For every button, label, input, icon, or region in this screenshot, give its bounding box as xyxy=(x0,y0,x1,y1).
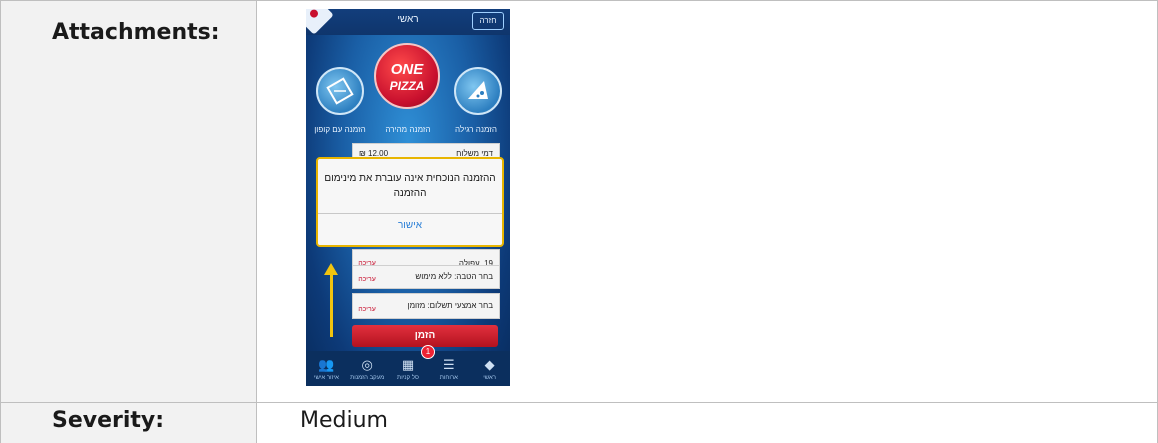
cart-badge: 1 xyxy=(421,345,435,359)
annotation-arrow xyxy=(330,273,333,337)
tab-home-label: ראשי xyxy=(483,375,496,381)
pizza-label: PIZZA xyxy=(389,79,425,93)
menu-icon: ☰ xyxy=(442,357,455,372)
order-options: הזמנה רגילה הזמנה מהירה הזמנה עם קופון xyxy=(306,125,510,134)
one-click-pizza-button[interactable]: ONE PIZZA xyxy=(374,43,440,109)
regular-order-icon[interactable] xyxy=(454,67,502,115)
tab-order-tracker-label: מעקב הזמנות xyxy=(350,375,385,381)
coupon-row: בחר הטבה: ללא מימוש עריכה xyxy=(352,265,500,289)
option-regular[interactable]: הזמנה רגילה xyxy=(442,125,510,134)
tracker-icon: ◎ xyxy=(361,357,373,372)
attachment-screenshot[interactable]: ראשי חזרה ONE PIZZA הזמנה רגילה הזמנה מה… xyxy=(306,9,510,386)
tab-meals-label: ארוחות xyxy=(439,375,458,381)
severity-value: Medium xyxy=(300,408,388,433)
attachments-label-cell xyxy=(0,0,256,402)
tab-home[interactable]: ◆ ראשי xyxy=(469,351,510,386)
edit-payment-button[interactable]: עריכה xyxy=(357,306,377,313)
cart-icon: ▦ xyxy=(401,357,415,372)
alert-divider xyxy=(318,213,502,214)
tab-cart-label: סל קניות xyxy=(397,375,419,381)
tab-personal-area[interactable]: 👥 איזור אישי xyxy=(306,351,347,386)
payment-text: בחר אמצעי תשלום: מזומן xyxy=(407,301,493,310)
tab-personal-area-label: איזור אישי xyxy=(313,375,339,381)
home-icon: ◆ xyxy=(484,357,495,372)
coupon-text: בחר הטבה: ללא מימוש xyxy=(415,272,493,281)
one-click-label: ONE xyxy=(390,61,424,78)
dominos-logo-icon xyxy=(306,9,334,35)
user-icon: 👥 xyxy=(318,357,335,372)
info-table: Attachments: Severity: Medium ראשי חזרה … xyxy=(0,0,1158,443)
pizza-slice-icon xyxy=(468,81,488,99)
coupon-icon xyxy=(326,77,354,105)
attachments-label: Attachments: xyxy=(52,20,220,45)
alert-ok-button[interactable]: אישור xyxy=(318,220,502,231)
severity-label: Severity: xyxy=(52,408,165,433)
minimum-order-alert: ההזמנה הנוכחית אינה עוברת את מינימום ההז… xyxy=(316,157,504,247)
table-border-top xyxy=(0,0,1158,1)
payment-row: בחר אמצעי תשלום: מזומן עריכה xyxy=(352,293,500,319)
option-coupon[interactable]: הזמנה עם קופון xyxy=(306,125,374,134)
app-header: ראשי חזרה xyxy=(306,9,510,35)
tab-meals[interactable]: ☰ ארוחות xyxy=(428,351,469,386)
bottom-tab-bar: ◆ ראשי ☰ ארוחות ▦ סל קניות ◎ מעקב הזמנות… xyxy=(306,351,510,386)
table-row-divider xyxy=(0,402,1158,403)
back-button[interactable]: חזרה xyxy=(472,12,504,30)
table-column-divider xyxy=(256,0,257,443)
app-header-title: ראשי xyxy=(397,14,419,25)
table-border-left xyxy=(0,0,1,443)
order-button[interactable]: הזמן xyxy=(352,325,498,347)
option-quick[interactable]: הזמנה מהירה xyxy=(374,125,442,134)
alert-message: ההזמנה הנוכחית אינה עוברת את מינימום ההז… xyxy=(324,173,496,199)
coupon-order-icon[interactable] xyxy=(316,67,364,115)
edit-coupon-button[interactable]: עריכה xyxy=(357,276,377,283)
tab-order-tracker[interactable]: ◎ מעקב הזמנות xyxy=(347,351,388,386)
